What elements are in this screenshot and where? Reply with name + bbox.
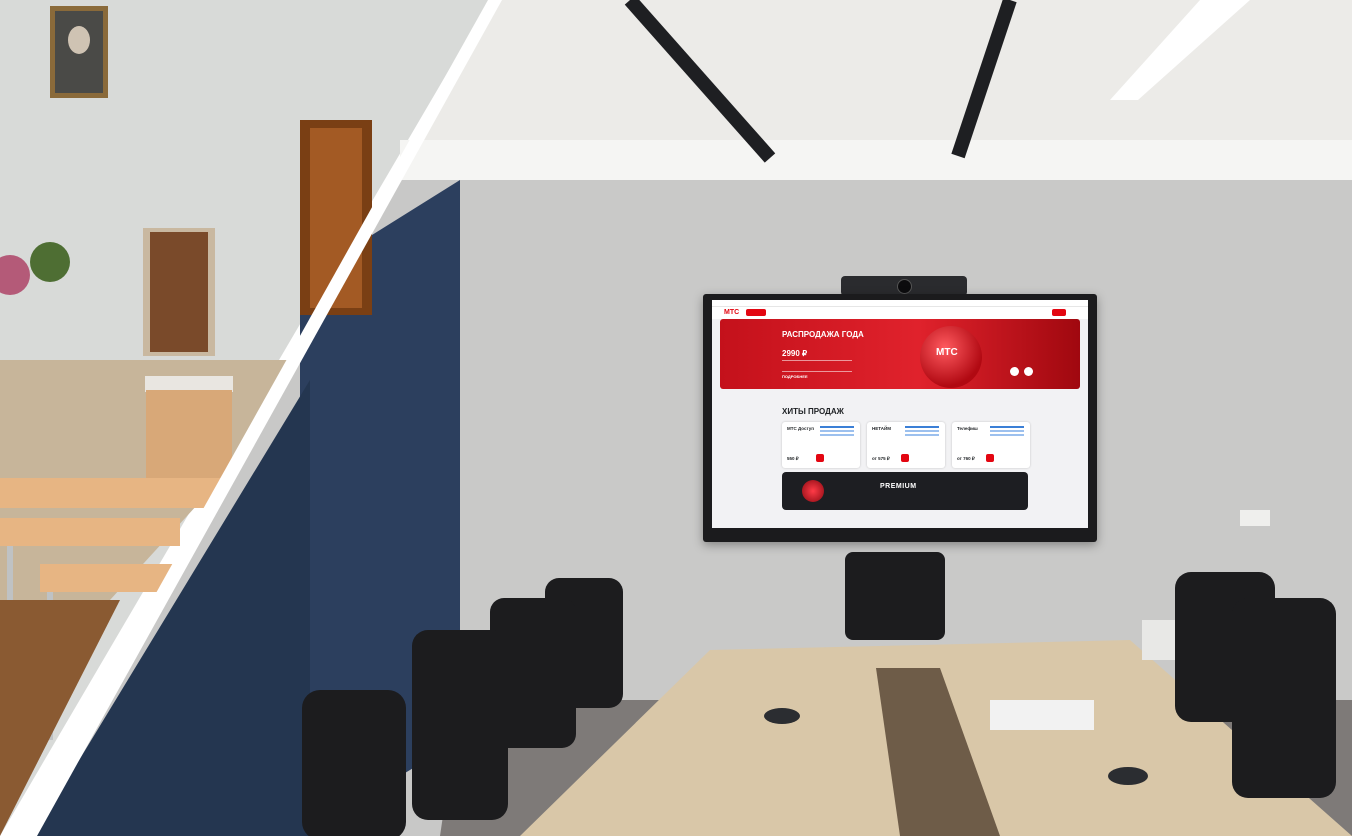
tariff-name: НЕТАЙМ bbox=[872, 426, 891, 431]
hero-description-lines bbox=[782, 360, 852, 372]
tariff-price: 550 ₽ bbox=[787, 456, 799, 461]
site-navbar: МТС bbox=[712, 307, 1088, 319]
interactive-display: МТС РАСПРОДАЖА ГОДА 2990 ₽ ПОДРОБНЕЕ МТС… bbox=[703, 294, 1097, 542]
tariff-price: от 760 ₽ bbox=[957, 456, 975, 461]
nav-button bbox=[746, 309, 766, 316]
section-title: ХИТЫ ПРОДАЖ bbox=[782, 407, 844, 416]
tariff-link bbox=[905, 426, 939, 428]
tariff-button bbox=[901, 454, 909, 462]
photo-background bbox=[0, 0, 1352, 836]
premium-label: PREMIUM bbox=[880, 483, 917, 490]
hero-title: РАСПРОДАЖА ГОДА bbox=[782, 330, 864, 339]
hero-price: 2990 ₽ bbox=[782, 349, 808, 358]
tariff-link bbox=[820, 426, 854, 428]
premium-banner: PREMIUM bbox=[782, 472, 1028, 510]
tariff-link bbox=[990, 426, 1024, 428]
premium-graphic-icon bbox=[802, 480, 824, 502]
tariff-button bbox=[816, 454, 824, 462]
composite-photo: МТС РАСПРОДАЖА ГОДА 2990 ₽ ПОДРОБНЕЕ МТС… bbox=[0, 0, 1352, 836]
browser-top-strip bbox=[712, 300, 1088, 307]
carousel-next-icon bbox=[1024, 367, 1033, 376]
site-logo: МТС bbox=[724, 309, 740, 316]
nav-login-button bbox=[1052, 309, 1066, 316]
camera-lens-icon bbox=[897, 279, 912, 294]
tariff-price: от 575 ₽ bbox=[872, 456, 890, 461]
tariff-card: НЕТАЙМ от 575 ₽ bbox=[867, 422, 945, 468]
hero-badge: МТС bbox=[920, 326, 982, 388]
hero-badge-label: МТС bbox=[936, 347, 958, 358]
carousel-prev-icon bbox=[1010, 367, 1019, 376]
tariff-name: Телефиш bbox=[957, 426, 978, 431]
tariff-button bbox=[986, 454, 994, 462]
hero-more-link: ПОДРОБНЕЕ bbox=[782, 374, 808, 379]
tariff-card: Телефиш от 760 ₽ bbox=[952, 422, 1030, 468]
display-screen: МТС РАСПРОДАЖА ГОДА 2990 ₽ ПОДРОБНЕЕ МТС… bbox=[712, 300, 1088, 528]
hero-banner: РАСПРОДАЖА ГОДА 2990 ₽ ПОДРОБНЕЕ МТС bbox=[720, 319, 1080, 389]
video-bar-camera bbox=[841, 276, 967, 296]
tariff-card: МТС Доступ 550 ₽ bbox=[782, 422, 860, 468]
tariff-name: МТС Доступ bbox=[787, 426, 814, 431]
